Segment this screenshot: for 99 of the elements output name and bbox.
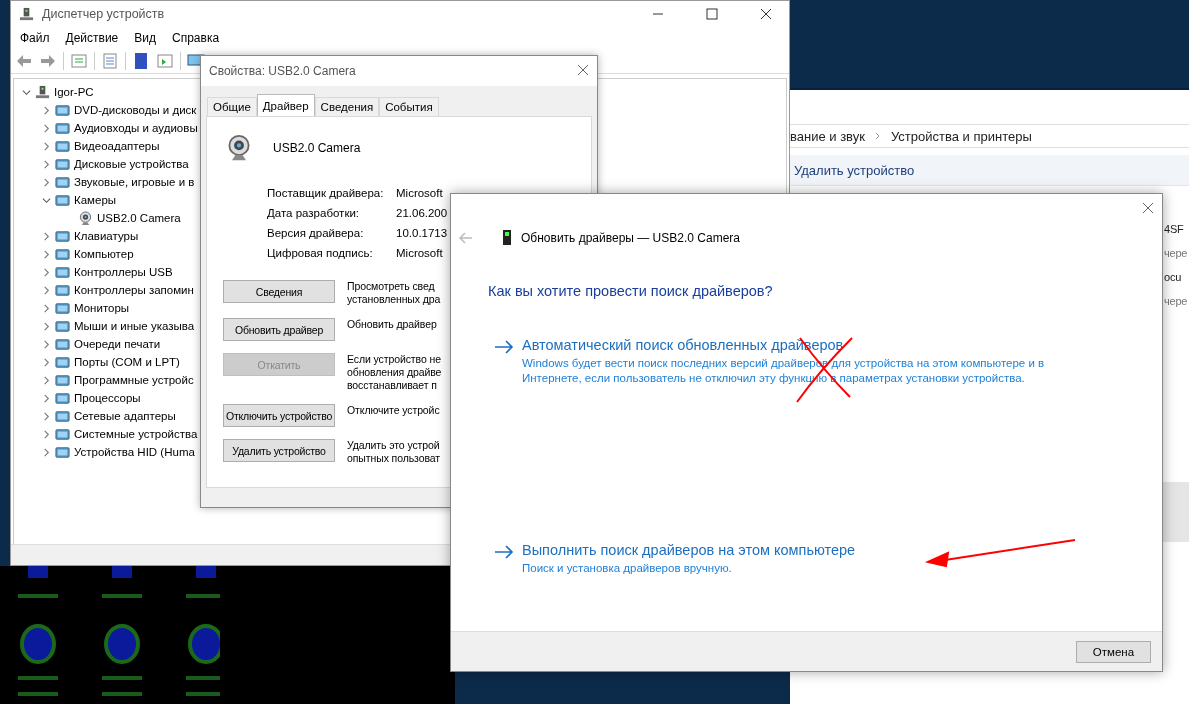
dialog-heading: Как вы хотите провести поиск драйверов? xyxy=(487,282,774,299)
menu-item[interactable]: Файл xyxy=(20,31,50,45)
toolbar-action[interactable]: Удалить устройство xyxy=(794,162,915,178)
description-text: обновления драйве xyxy=(347,366,442,379)
description-text: установленных дра xyxy=(347,293,441,306)
tree-item[interactable]: Контроллеры запомин xyxy=(74,284,194,296)
breadcrumb-chevron-icon xyxy=(874,132,881,140)
device-icon xyxy=(55,156,70,172)
selected-item-background xyxy=(1163,482,1189,542)
field-label: Цифровая подпись: xyxy=(267,247,374,259)
device-icon xyxy=(55,300,70,316)
device-icon xyxy=(55,318,70,334)
device-icon xyxy=(55,102,70,118)
breadcrumb-item[interactable]: Устройства и принтеры xyxy=(890,128,1032,144)
action-button[interactable]: Удалить устройство xyxy=(223,439,335,462)
description-text: Обновить драйвер xyxy=(347,318,437,331)
tree-item[interactable]: Дисковые устройства xyxy=(74,158,189,170)
webcam-icon xyxy=(78,210,93,226)
arrow-right-icon xyxy=(494,545,514,559)
close-icon[interactable] xyxy=(577,64,589,76)
dialog-title: Свойства: USB2.0 Camera xyxy=(209,64,356,78)
device-item-text: чере xyxy=(1164,247,1188,259)
device-item-text: чере xyxy=(1164,295,1188,307)
cancel-button[interactable]: Отмена xyxy=(1076,640,1151,663)
action-button[interactable]: Сведения xyxy=(223,280,335,303)
tree-item[interactable]: Мониторы xyxy=(74,302,130,314)
tree-item[interactable]: Видеоадаптеры xyxy=(74,140,160,152)
tree-item[interactable]: Системные устройства xyxy=(74,428,198,440)
device-icon xyxy=(55,354,70,370)
device-icon xyxy=(55,282,70,298)
tree-item[interactable]: Компьютер xyxy=(74,248,134,260)
breadcrumb-item[interactable]: вание и звук xyxy=(790,128,865,144)
device-icon xyxy=(55,444,70,460)
action-button[interactable]: Обновить драйвер xyxy=(223,318,335,341)
tree-item[interactable]: Мыши и иные указыва xyxy=(74,320,195,332)
option-link[interactable]: Выполнить поиск драйверов на этом компьютере xyxy=(522,542,1072,558)
tree-item[interactable]: Звуковые, игровые и в xyxy=(74,176,195,188)
field-value: 21.06.200 xyxy=(396,207,449,219)
device-icon xyxy=(55,192,70,208)
tree-item[interactable]: USB2.0 Camera xyxy=(97,212,181,224)
computer-icon xyxy=(35,84,50,100)
device-icon xyxy=(55,372,70,388)
tree-item[interactable]: DVD-дисководы и диск xyxy=(74,104,197,116)
device-icon xyxy=(55,408,70,424)
device-icon xyxy=(55,264,70,280)
device-icon xyxy=(55,174,70,190)
description-text: восстанавливает п xyxy=(347,379,438,392)
description-text: Если устройство не xyxy=(347,353,442,366)
description-text: опытных пользоват xyxy=(347,452,440,465)
field-label: Версия драйвера: xyxy=(267,227,365,239)
computer-icon xyxy=(19,6,34,22)
field-label: Дата разработки: xyxy=(267,207,361,219)
tree-item[interactable]: Сетевые адаптеры xyxy=(74,410,176,422)
tree-item[interactable]: Камеры xyxy=(74,194,117,206)
description-text: Просмотреть свед xyxy=(347,280,436,293)
menu-item[interactable]: Действие xyxy=(65,31,119,45)
chevron-down-icon[interactable] xyxy=(22,87,31,97)
device-icon xyxy=(55,120,70,136)
menu-item[interactable]: Вид xyxy=(134,31,156,45)
device-icon xyxy=(55,138,70,154)
back-arrow-icon[interactable] xyxy=(15,53,33,69)
description-text: Удалить это устрой xyxy=(347,439,440,452)
tab[interactable]: События xyxy=(379,97,439,116)
field-value: 10.0.1713 xyxy=(396,227,449,239)
tree-item[interactable]: Аудиовходы и аудиовы xyxy=(74,122,198,134)
field-label: Поставщик драйвера: xyxy=(267,187,385,199)
option-description: Поиск и установка драйверов вручную. xyxy=(522,561,733,576)
window-title: Диспетчер устройств xyxy=(42,7,165,21)
close-icon[interactable] xyxy=(1142,202,1154,214)
arrow-right-icon xyxy=(494,340,514,354)
tree-item[interactable]: Клавиатуры xyxy=(74,230,139,242)
device-name: USB2.0 Camera xyxy=(273,141,361,155)
tab[interactable]: Драйвер xyxy=(256,94,315,116)
forward-arrow-icon[interactable] xyxy=(39,53,57,69)
device-icon xyxy=(55,390,70,406)
tree-item[interactable]: Контроллеры USB xyxy=(74,266,173,278)
panel-icon[interactable] xyxy=(156,53,174,69)
tab[interactable]: Сведения xyxy=(314,97,380,116)
device-icon xyxy=(503,230,511,245)
field-value: Microsoft xyxy=(396,187,444,199)
tree-item[interactable]: Очереди печати xyxy=(74,338,161,350)
device-icon xyxy=(55,228,70,244)
menu-item[interactable]: Справка xyxy=(172,31,220,45)
device-item-text: 4SF xyxy=(1164,223,1185,235)
device-icon xyxy=(55,426,70,442)
chevron-down-icon[interactable] xyxy=(42,195,51,205)
tree-item[interactable]: Процессоры xyxy=(74,392,141,404)
dialog-title: Обновить драйверы — USB2.0 Camera xyxy=(521,230,740,245)
tree-item[interactable]: Igor-PC xyxy=(54,86,94,98)
action-button[interactable]: Отключить устройство xyxy=(223,404,335,427)
tree-item[interactable]: Программные устройс xyxy=(74,374,194,386)
field-value: Microsoft xyxy=(396,247,444,259)
tree-item[interactable]: Порты (COM и LPT) xyxy=(74,356,180,368)
tab[interactable]: Общие xyxy=(207,97,257,116)
device-item-text: ocu xyxy=(1164,271,1183,283)
device-icon xyxy=(55,246,70,262)
description-text: Отключите устройс xyxy=(347,404,440,417)
device-icon xyxy=(55,336,70,352)
tree-item[interactable]: Устройства HID (Huma xyxy=(74,446,195,458)
